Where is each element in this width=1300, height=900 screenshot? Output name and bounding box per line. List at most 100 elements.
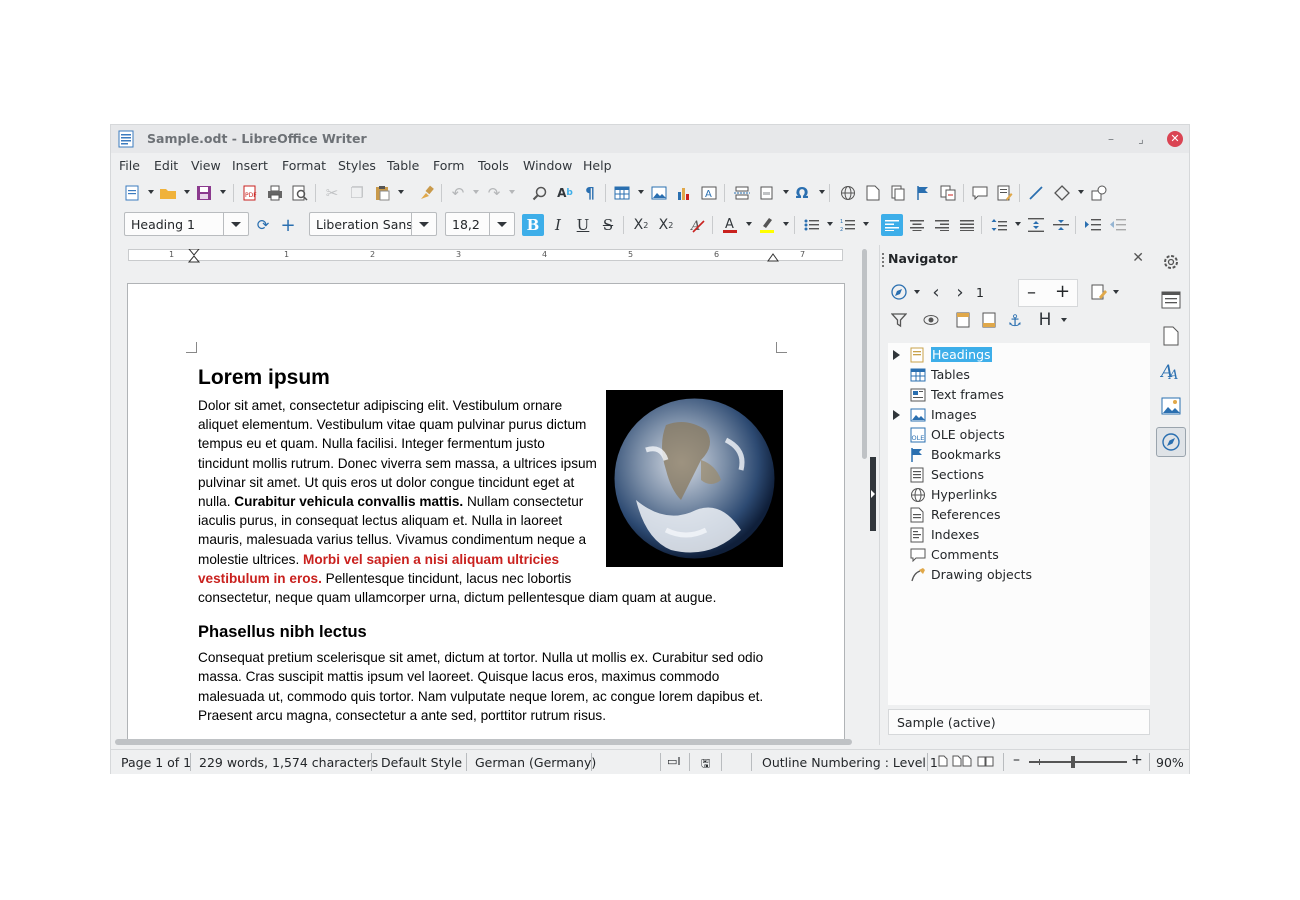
previous-icon[interactable]: ‹ (925, 281, 947, 303)
tree-item-text-frames[interactable]: Text frames (888, 385, 1138, 405)
align-left-button[interactable] (881, 214, 903, 236)
find-replace-icon[interactable] (529, 182, 551, 204)
header-icon[interactable] (952, 309, 974, 331)
tree-item-bookmarks[interactable]: Bookmarks (888, 445, 1138, 465)
font-color-dropdown-icon[interactable] (746, 222, 752, 226)
heading-levels-dropdown-icon[interactable] (1061, 318, 1067, 322)
ordered-list-dropdown-icon[interactable] (863, 222, 869, 226)
document-modified-icon[interactable]: 🖫 (701, 755, 710, 774)
ordered-list-icon[interactable]: 12 (837, 214, 859, 236)
font-name-combo[interactable]: Liberation Sans (309, 212, 437, 236)
draw-functions-icon[interactable] (1088, 182, 1110, 204)
expand-arrow-icon[interactable] (893, 410, 900, 420)
heading-1[interactable]: Lorem ipsum (198, 366, 783, 390)
highlight-dropdown-icon[interactable] (783, 222, 789, 226)
print-preview-icon[interactable] (289, 182, 311, 204)
tree-item-sections[interactable]: Sections (888, 465, 1138, 485)
menu-tools[interactable]: Tools (478, 158, 509, 173)
save-dropdown-icon[interactable] (220, 190, 226, 194)
book-view-icon[interactable] (977, 755, 995, 770)
tree-item-hyperlinks[interactable]: Hyperlinks (888, 485, 1138, 505)
chevron-down-icon[interactable] (223, 213, 248, 235)
unordered-list-dropdown-icon[interactable] (827, 222, 833, 226)
redo-dropdown-icon[interactable] (509, 190, 515, 194)
field-dropdown-icon[interactable] (783, 190, 789, 194)
clear-formatting-icon[interactable]: A (687, 214, 709, 236)
sidebar-collapse-handle[interactable] (870, 457, 876, 531)
open-folder-icon[interactable] (157, 182, 179, 204)
drag-handle-icon[interactable] (882, 253, 886, 267)
document-select[interactable]: Sample (active) (888, 709, 1150, 735)
next-icon[interactable]: › (949, 281, 971, 303)
line-spacing-icon[interactable] (988, 214, 1010, 236)
page-break-icon[interactable] (731, 182, 753, 204)
page-count[interactable]: Page 1 of 1 (121, 755, 191, 770)
open-dropdown-icon[interactable] (184, 190, 190, 194)
endnote-icon[interactable] (887, 182, 909, 204)
navigate-by-dropdown-icon[interactable] (914, 290, 920, 294)
document-page[interactable]: Lorem ipsum Dolor sit amet, consectetur … (127, 283, 845, 740)
new-dropdown-icon[interactable] (148, 190, 154, 194)
special-char-dropdown-icon[interactable] (819, 190, 825, 194)
horizontal-scrollbar[interactable] (115, 739, 852, 745)
minimize-icon[interactable]: – (1101, 129, 1121, 149)
gallery-icon[interactable] (1156, 391, 1186, 421)
document-content[interactable]: Lorem ipsum Dolor sit amet, consectetur … (198, 366, 783, 725)
navigate-by-icon[interactable] (888, 281, 910, 303)
menu-window[interactable]: Window (523, 158, 572, 173)
bookmark-insert-icon[interactable] (912, 182, 934, 204)
line-spacing-dropdown-icon[interactable] (1015, 222, 1021, 226)
table-dropdown-icon[interactable] (638, 190, 644, 194)
word-count[interactable]: 229 words, 1,574 characters (199, 755, 378, 770)
new-style-icon[interactable]: + (277, 214, 299, 236)
increase-indent-icon[interactable] (1082, 214, 1104, 236)
navigator-icon[interactable] (1156, 427, 1186, 457)
increase-paragraph-spacing-icon[interactable] (1025, 214, 1047, 236)
insert-table-icon[interactable] (611, 182, 633, 204)
undo-icon[interactable]: ↶ (447, 182, 469, 204)
horizontal-ruler[interactable]: 1 1 2 3 4 5 6 7 (116, 249, 843, 263)
justify-button[interactable] (956, 214, 978, 236)
drag-mode-icon[interactable] (1088, 281, 1110, 303)
zoom-slider-thumb[interactable] (1071, 756, 1075, 768)
sidebar-settings-icon[interactable] (1156, 247, 1186, 277)
align-right-button[interactable] (931, 214, 953, 236)
menu-insert[interactable]: Insert (232, 158, 268, 173)
menu-help[interactable]: Help (583, 158, 612, 173)
outline-numbering[interactable]: Outline Numbering : Level 1 (762, 755, 938, 770)
tree-item-headings[interactable]: Headings (888, 345, 1138, 365)
footnote-icon[interactable] (862, 182, 884, 204)
heading-levels-icon[interactable]: H (1034, 309, 1056, 331)
single-page-view-icon[interactable] (938, 755, 948, 770)
hyperlink-icon[interactable] (837, 182, 859, 204)
zoom-slider[interactable] (1029, 756, 1127, 768)
chevron-down-icon[interactable] (489, 213, 514, 235)
paste-icon[interactable] (371, 182, 393, 204)
filter-icon[interactable] (888, 309, 910, 331)
menu-styles[interactable]: Styles (338, 158, 376, 173)
chevron-down-icon[interactable] (411, 213, 436, 235)
anchor-icon[interactable]: ⚓ (1004, 309, 1026, 331)
print-icon[interactable] (264, 182, 286, 204)
menu-view[interactable]: View (191, 158, 221, 173)
insert-image-icon[interactable] (648, 182, 670, 204)
earth-image[interactable] (606, 390, 783, 567)
document-view[interactable]: Lorem ipsum Dolor sit amet, consectetur … (111, 265, 871, 740)
tree-item-references[interactable]: References (888, 505, 1138, 525)
formatting-marks-icon[interactable]: ¶ (579, 182, 601, 204)
insert-textbox-icon[interactable]: A (698, 182, 720, 204)
page-icon[interactable] (1156, 321, 1186, 351)
bold-button[interactable]: B (522, 214, 544, 236)
unordered-list-icon[interactable] (801, 214, 823, 236)
update-style-icon[interactable]: ⟳ (252, 214, 274, 236)
tree-item-drawing-objects[interactable]: Drawing objects (888, 565, 1138, 585)
font-size-combo[interactable]: 18,2 (445, 212, 515, 236)
zoom-in-button[interactable]: + (1131, 752, 1143, 768)
expand-arrow-icon[interactable] (893, 350, 900, 360)
content-view-icon[interactable] (920, 309, 942, 331)
clone-formatting-icon[interactable] (416, 182, 438, 204)
decrease-indent-icon[interactable] (1107, 214, 1129, 236)
shapes-dropdown-icon[interactable] (1078, 190, 1084, 194)
redo-icon[interactable]: ↷ (483, 182, 505, 204)
language[interactable]: German (Germany) (475, 755, 596, 770)
